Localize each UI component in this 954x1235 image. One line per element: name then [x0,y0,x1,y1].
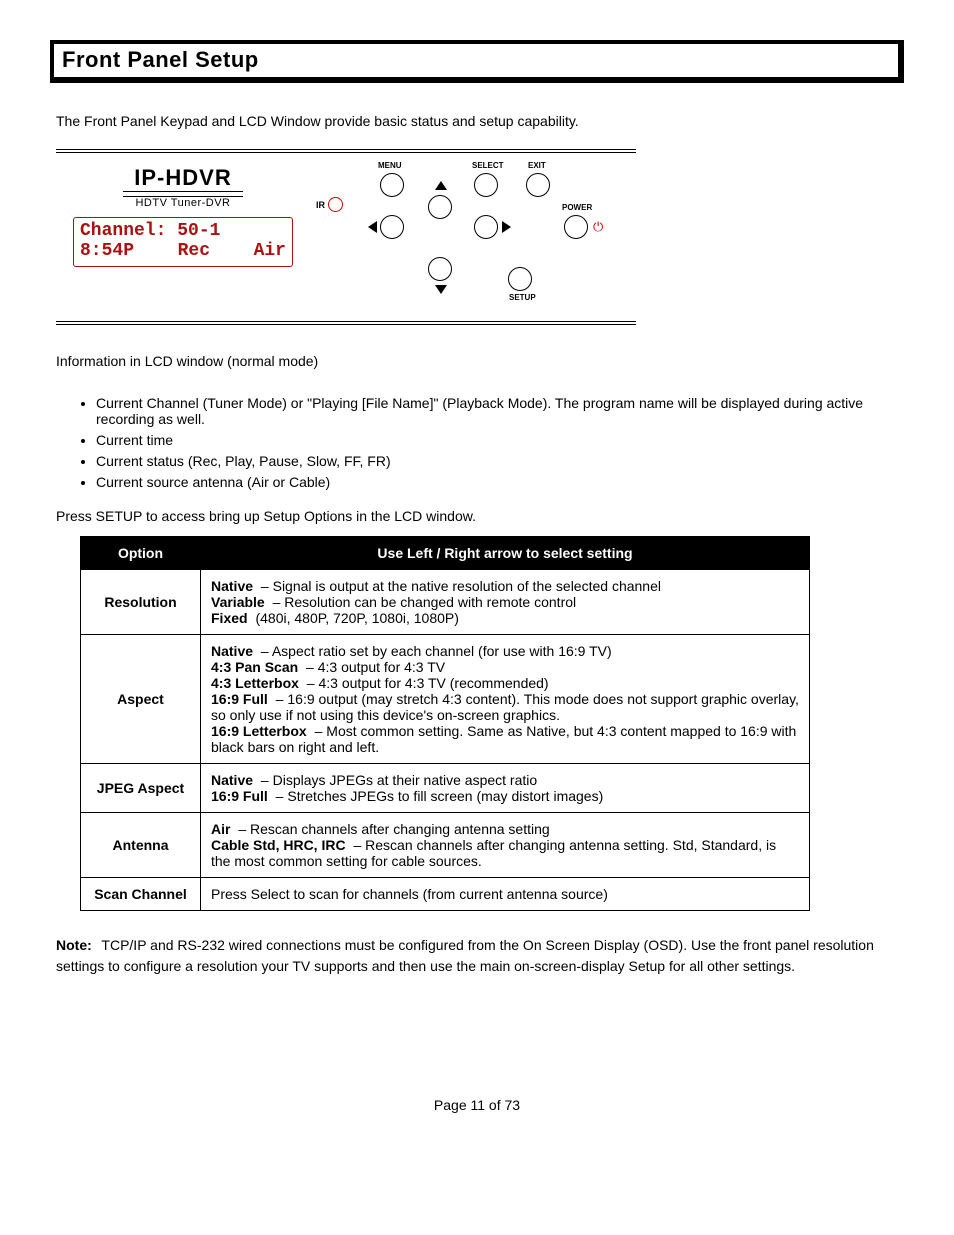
lcd-time: 8:54P [80,242,134,262]
row-option: Scan Channel [81,878,201,911]
power-button[interactable] [564,215,588,239]
table-row: Antenna Air – Rescan channels after chan… [81,813,810,878]
exit-button[interactable] [526,173,550,197]
arrow-right-icon [502,221,511,233]
ir-label: IR [316,200,325,210]
up-button[interactable] [428,195,452,219]
lcd-source: Air [254,242,286,262]
exit-label: EXIT [528,161,546,170]
row-settings: Press Select to scan for channels (from … [201,878,810,911]
row-option: Antenna [81,813,201,878]
features-lead: Information in LCD window (normal mode) [56,353,904,369]
list-item: Current source antenna (Air or Cable) [96,474,904,490]
left-button[interactable] [380,215,404,239]
note-block: Note: TCP/IP and RS-232 wired connection… [56,935,898,977]
setup-label: SETUP [509,293,536,302]
list-item: Current time [96,432,904,448]
section-title: Front Panel Setup [50,40,904,83]
section-title-text: Front Panel Setup [62,47,259,72]
row-option: Aspect [81,635,201,764]
row-settings: Air – Rescan channels after changing ant… [201,813,810,878]
list-item: Current status (Rec, Play, Pause, Slow, … [96,453,904,469]
down-button[interactable] [428,257,452,281]
menu-label: MENU [378,161,402,170]
table-row: JPEG Aspect Native – Displays JPEGs at t… [81,764,810,813]
button-pad: MENU SELECT EXIT SETUP POWER ⏻ [362,161,624,311]
list-item: Current Channel (Tuner Mode) or "Playing… [96,395,904,427]
row-settings: Native – Signal is output at the native … [201,570,810,635]
features-list: Current Channel (Tuner Mode) or "Playing… [80,395,904,490]
setup-button[interactable] [508,267,532,291]
intro-paragraph: The Front Panel Keypad and LCD Window pr… [50,97,904,135]
brand-subtitle: HDTV Tuner-DVR [68,197,298,209]
row-option: Resolution [81,570,201,635]
select-label: SELECT [472,161,504,170]
table-row: Scan Channel Press Select to scan for ch… [81,878,810,911]
table-lead: Press SETUP to access bring up Setup Opt… [56,508,904,524]
settings-table: Option Use Left / Right arrow to select … [80,536,810,911]
table-header-option: Option [81,537,201,570]
ir-led-icon [328,197,343,212]
menu-button[interactable] [380,173,404,197]
right-button[interactable] [474,215,498,239]
row-option: JPEG Aspect [81,764,201,813]
table-row: Aspect Native – Aspect ratio set by each… [81,635,810,764]
row-settings: Native – Aspect ratio set by each channe… [201,635,810,764]
page-footer: Page 11 of 73 [50,1097,904,1113]
power-icon: ⏻ [593,219,603,235]
ir-indicator: IR [316,197,344,212]
panel-illustration: IP-HDVR HDTV Tuner-DVR Channel: 50-1 8:5… [50,149,904,325]
power-label: POWER [562,203,592,212]
select-button[interactable] [474,173,498,197]
note-text: TCP/IP and RS-232 wired connections must… [56,937,874,974]
arrow-up-icon [435,181,447,190]
lcd-window: Channel: 50-1 8:54P Rec Air [73,217,293,267]
arrow-down-icon [435,285,447,294]
note-label: Note: [56,937,92,953]
arrow-left-icon [368,221,377,233]
lcd-status: Rec [178,242,210,262]
brand-name: IP-HDVR [68,165,298,191]
table-row: Resolution Native – Signal is output at … [81,570,810,635]
table-header-setting: Use Left / Right arrow to select setting [201,537,810,570]
row-settings: Native – Displays JPEGs at their native … [201,764,810,813]
lcd-line1: Channel: 50-1 [80,222,286,242]
